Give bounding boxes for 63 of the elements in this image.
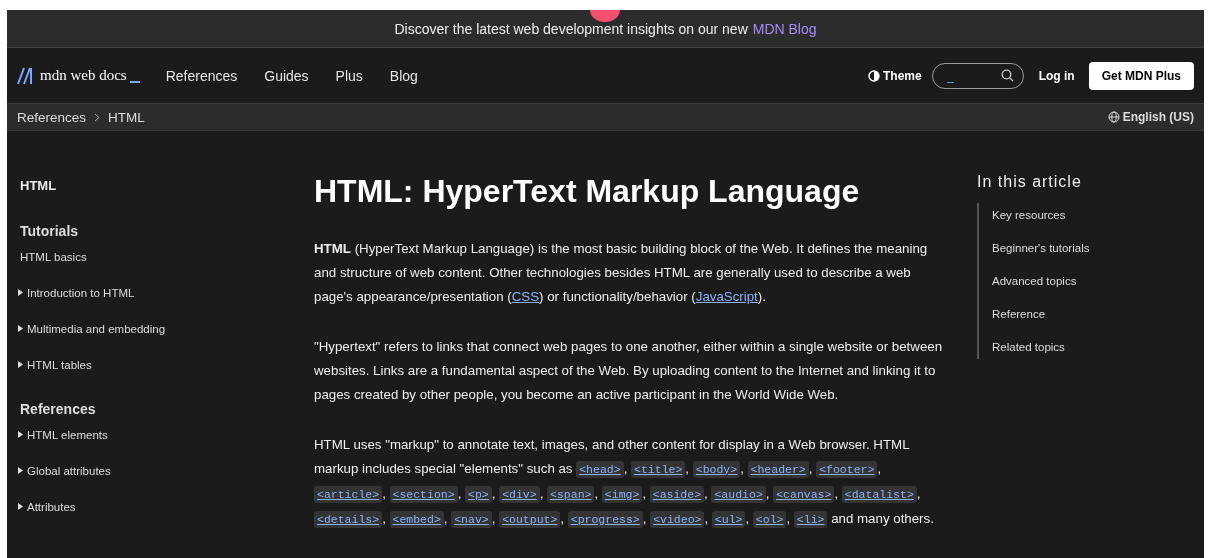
element-link[interactable]: <video> bbox=[650, 510, 705, 528]
element-link[interactable]: <li> bbox=[793, 510, 828, 528]
sidebar-item[interactable]: HTML tables bbox=[27, 357, 92, 373]
element-link[interactable]: <ol> bbox=[752, 510, 787, 528]
paragraph: HTML uses "markup" to annotate text, images, and other content for display in a Web browser. HTML markup includes special "elements" such as <head> , <title> , <body> , <header> , <footer> , <article> , <section> , <p> , <div> , <span> , <img> , <aside> , <audio> , <canvas> , <datalist> , <details> , <embed> , <nav> , <output> , <progress> , <video> , <ul> , <ol> , <li> and many others. bbox=[314, 435, 935, 530]
sidebar-item[interactable]: Multimedia and embedding bbox=[27, 321, 166, 337]
sidebar-item[interactable]: Introduction to HTML bbox=[27, 285, 135, 301]
element-link[interactable]: <section> bbox=[389, 485, 458, 503]
banner-text: Discover the latest web development insights on our new bbox=[394, 20, 748, 37]
sidebar-item[interactable]: HTML elements bbox=[27, 427, 108, 443]
element-link[interactable]: <img> bbox=[601, 485, 643, 503]
login-link[interactable]: Log in bbox=[1038, 68, 1075, 83]
element-link[interactable]: <embed> bbox=[389, 510, 444, 528]
toc-link[interactable]: Beginner's tutorials bbox=[992, 240, 1090, 256]
globe-icon bbox=[1107, 111, 1120, 123]
element-link[interactable]: <datalist> bbox=[841, 485, 917, 503]
site-logo[interactable]: mdn web docs bbox=[17, 66, 140, 85]
menu-link[interactable]: Plus bbox=[335, 67, 363, 84]
paragraph: HTML (HyperText Markup Language) is the most basic building block of the Web. It defines the meaning and structure of web content. Other technologies besides HTML are generally used to describe a web page's appearance/presentation (CSS) or functionality/behavior (JavaScript). bbox=[314, 239, 929, 306]
language-button[interactable]: English (US) bbox=[1107, 110, 1194, 124]
sidebar-link[interactable]: HTML basics bbox=[17, 249, 314, 285]
element-link[interactable]: <progress> bbox=[567, 510, 643, 528]
element-link[interactable]: <span> bbox=[547, 485, 595, 503]
element-link[interactable]: <ul> bbox=[711, 510, 746, 528]
element-link[interactable]: <body> bbox=[692, 460, 741, 478]
sidebar-item[interactable]: Global attributes bbox=[27, 463, 111, 479]
element-link[interactable]: <details> bbox=[314, 510, 383, 528]
page-title: HTML: HyperText Markup Language bbox=[314, 172, 861, 211]
element-link[interactable]: <div> bbox=[499, 485, 540, 503]
sidebar-heading: References bbox=[19, 401, 97, 417]
get-mdn-plus-button[interactable]: Get MDN Plus bbox=[1088, 61, 1194, 90]
breadcrumb-link[interactable]: References bbox=[17, 109, 87, 125]
element-link[interactable]: <output> bbox=[499, 510, 561, 528]
element-link[interactable]: <footer> bbox=[816, 460, 878, 478]
search-icon bbox=[1000, 68, 1014, 82]
element-link[interactable]: <title> bbox=[631, 460, 686, 478]
blog-link[interactable]: MDN Blog bbox=[752, 20, 817, 37]
inline-link[interactable]: JavaScript bbox=[695, 288, 758, 304]
menu-link[interactable]: References bbox=[165, 67, 238, 84]
element-link[interactable]: <nav> bbox=[451, 510, 492, 528]
element-link[interactable]: <aside> bbox=[649, 485, 705, 503]
contrast-icon bbox=[867, 69, 880, 82]
element-link[interactable]: <audio> bbox=[711, 485, 766, 503]
chevron-right-icon bbox=[94, 112, 101, 122]
element-link[interactable]: <p> bbox=[465, 485, 492, 503]
toc-link[interactable]: Reference bbox=[992, 306, 1090, 322]
menu-link[interactable]: Guides bbox=[264, 67, 309, 84]
toc-link[interactable]: Related topics bbox=[992, 339, 1090, 355]
theme-button[interactable]: Theme bbox=[867, 68, 922, 83]
element-link[interactable]: <canvas> bbox=[773, 485, 835, 503]
sidebar-heading: Tutorials bbox=[19, 223, 80, 239]
element-link[interactable]: <head> bbox=[576, 460, 624, 478]
search-field[interactable]: _ bbox=[931, 62, 1024, 89]
element-link[interactable]: <header> bbox=[747, 460, 809, 478]
sidebar-item[interactable]: Attributes bbox=[27, 499, 76, 515]
paragraph: "Hypertext" refers to links that connect web pages to one another, either within a single website or between websites. Links are a fundamental aspect of the Web. By uploading content to the Internet and linking it to pages created by other people, you become an active participant in the World Wide Web. bbox=[314, 337, 944, 404]
sidebar-title: HTML bbox=[19, 178, 58, 193]
toc-link[interactable]: Advanced topics bbox=[992, 273, 1090, 289]
toc-title: In this article bbox=[977, 173, 1083, 191]
element-link[interactable]: <article> bbox=[314, 485, 383, 503]
toc-link[interactable]: Key resources bbox=[992, 207, 1090, 223]
breadcrumb-link[interactable]: HTML bbox=[108, 109, 145, 125]
menu-link[interactable]: Blog bbox=[389, 67, 418, 84]
